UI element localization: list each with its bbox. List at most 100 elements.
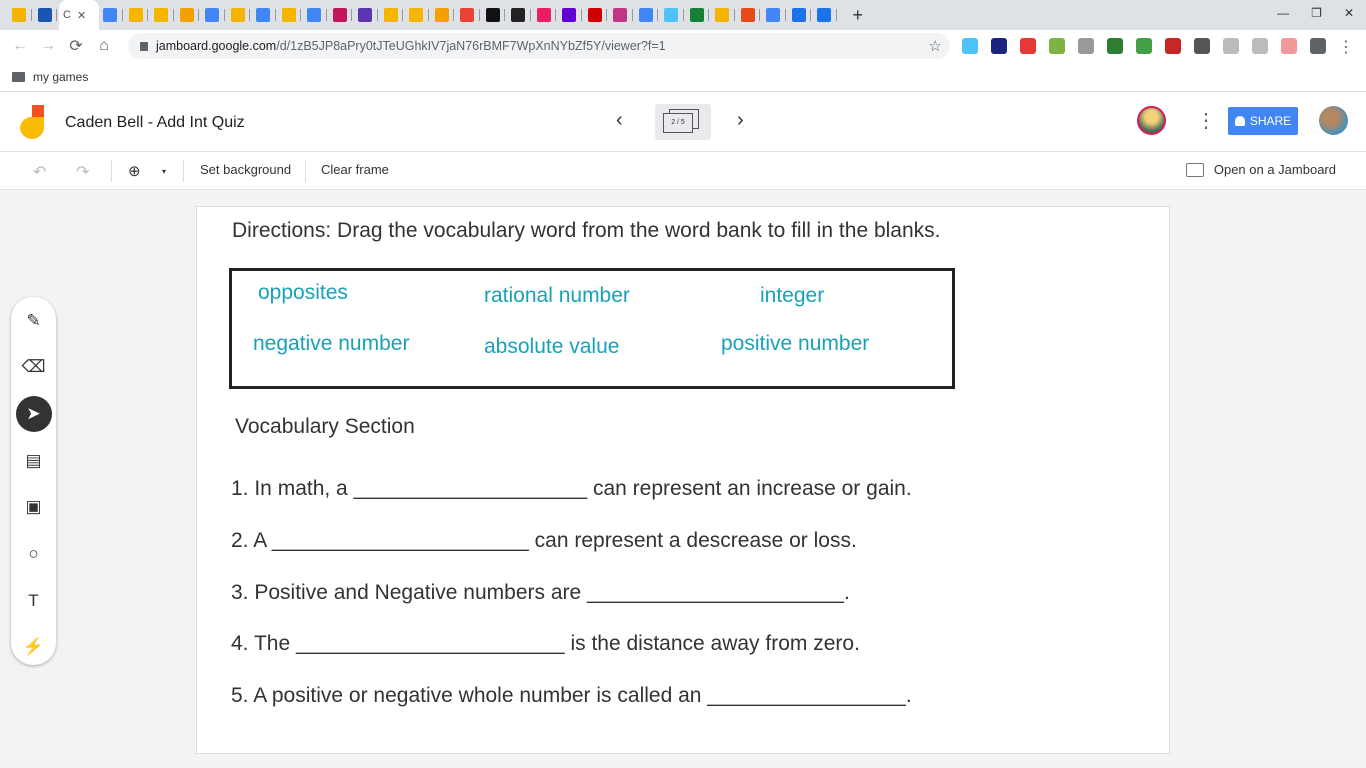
close-window-button[interactable]: ✕ (1344, 6, 1354, 20)
browser-tab[interactable] (380, 0, 406, 30)
word-opposites[interactable]: opposites (258, 281, 348, 305)
url-input[interactable]: jamboard.google.com/d/1zB5JP8aPry0tJTeUG… (128, 33, 950, 59)
open-on-jamboard-button[interactable]: Open on a Jamboard (1185, 162, 1336, 177)
browser-tab[interactable] (686, 0, 712, 30)
extension-icon[interactable] (1078, 38, 1094, 54)
next-frame-button[interactable]: › (737, 109, 744, 132)
browser-tab[interactable] (34, 0, 60, 30)
select-cursor-icon[interactable]: ➤ (15, 396, 52, 432)
browser-tab[interactable] (252, 0, 278, 30)
document-title[interactable]: Caden Bell - Add Int Quiz (65, 114, 245, 132)
word-positive-number[interactable]: positive number (721, 332, 869, 356)
zoom-icon[interactable]: ⊕ (128, 162, 141, 180)
browser-tab[interactable] (635, 0, 661, 30)
pen-icon[interactable]: ✎ (16, 303, 52, 339)
previous-frame-button[interactable]: ‹ (616, 109, 623, 132)
browser-tab[interactable] (584, 0, 610, 30)
browser-tab[interactable] (99, 0, 125, 30)
browser-tab[interactable] (150, 0, 176, 30)
reload-button[interactable]: ⟳ (62, 36, 90, 56)
browser-tab[interactable] (329, 0, 355, 30)
extension-icon[interactable] (1252, 38, 1268, 54)
open-on-jamboard-label: Open on a Jamboard (1213, 162, 1336, 177)
new-tab-button[interactable]: + (853, 5, 864, 26)
extension-icon[interactable] (1194, 38, 1210, 54)
browser-menu-icon[interactable]: ⋮ (1338, 37, 1354, 57)
minimize-button[interactable]: — (1277, 6, 1289, 20)
extension-icon[interactable] (1049, 38, 1065, 54)
word-negative-number[interactable]: negative number (253, 332, 409, 356)
word-integer[interactable]: integer (760, 284, 824, 308)
browser-tab[interactable] (711, 0, 737, 30)
folder-icon (12, 71, 25, 82)
zoom-dropdown-icon[interactable]: ▾ (162, 167, 166, 176)
browser-tab[interactable] (125, 0, 151, 30)
bookmark-star-icon[interactable]: ☆ (929, 37, 942, 55)
image-icon[interactable]: ▣ (16, 490, 52, 526)
extension-icon[interactable] (962, 38, 978, 54)
extension-icon[interactable] (1223, 38, 1239, 54)
section-title: Vocabulary Section (235, 415, 415, 438)
favicon-icon (638, 8, 653, 22)
extension-icon[interactable] (1107, 38, 1123, 54)
account-avatar[interactable] (1319, 106, 1348, 135)
favicon-icon (383, 8, 398, 22)
set-background-button[interactable]: Set background (200, 162, 291, 177)
browser-tab[interactable] (8, 0, 34, 30)
question-4: 4. The _______________________ is the di… (231, 632, 860, 655)
back-button[interactable]: ← (6, 37, 34, 55)
browser-tab[interactable] (201, 0, 227, 30)
browser-tab[interactable] (507, 0, 533, 30)
share-button[interactable]: SHARE (1228, 107, 1298, 135)
close-tab-icon[interactable]: ✕ (77, 9, 86, 22)
browser-tab-active[interactable]: C ✕ (59, 0, 99, 30)
favicon-icon (256, 8, 270, 22)
word-absolute-value[interactable]: absolute value (484, 335, 619, 359)
extension-icon[interactable] (991, 38, 1007, 54)
frame-bar-toggle[interactable]: 2 / 5 (655, 104, 711, 140)
more-options-icon[interactable]: ⋮ (1196, 108, 1216, 133)
browser-tab[interactable] (278, 0, 304, 30)
browser-tab[interactable] (788, 0, 814, 30)
browser-tab[interactable] (482, 0, 508, 30)
browser-tab[interactable] (227, 0, 253, 30)
clear-frame-button[interactable]: Clear frame (321, 162, 389, 177)
browser-tab[interactable] (456, 0, 482, 30)
question-3: 3. Positive and Negative numbers are ___… (231, 581, 850, 604)
browser-tab[interactable] (533, 0, 559, 30)
extension-icon[interactable] (1165, 38, 1181, 54)
circle-shape-icon[interactable]: ○ (16, 536, 52, 572)
browser-tab[interactable] (558, 0, 584, 30)
extension-icon[interactable] (1020, 38, 1036, 54)
redo-icon[interactable]: ↷ (76, 162, 89, 182)
browser-tab[interactable] (660, 0, 686, 30)
browser-tab[interactable] (354, 0, 380, 30)
forward-button[interactable]: → (34, 37, 62, 55)
browser-tab[interactable] (405, 0, 431, 30)
extension-icon[interactable] (1310, 38, 1326, 54)
laser-icon[interactable]: ⚡ (16, 629, 52, 665)
undo-icon[interactable]: ↶ (33, 162, 46, 182)
eraser-icon[interactable]: ⌫ (16, 350, 52, 386)
extensions (962, 38, 1326, 54)
text-box-icon[interactable]: T (16, 583, 52, 619)
browser-tab[interactable] (762, 0, 788, 30)
sticky-note-icon[interactable]: ▤ (16, 443, 52, 479)
browser-tab[interactable] (176, 0, 202, 30)
bookmark-my-games[interactable]: my games (33, 70, 88, 84)
browser-tab[interactable] (609, 0, 635, 30)
restore-button[interactable]: ❐ (1311, 6, 1322, 20)
extension-icon[interactable] (1136, 38, 1152, 54)
home-button[interactable]: ⌂ (90, 37, 118, 55)
jam-frame[interactable]: Directions: Drag the vocabulary word fro… (196, 206, 1170, 754)
collaborator-avatar[interactable] (1137, 106, 1166, 135)
address-bar: ← → ⟳ ⌂ jamboard.google.com/d/1zB5JP8aPr… (0, 30, 1366, 62)
favicon-icon (613, 8, 627, 22)
browser-tab[interactable] (431, 0, 457, 30)
browser-tab[interactable] (303, 0, 329, 30)
browser-tab[interactable] (813, 0, 839, 30)
word-rational-number[interactable]: rational number (484, 284, 630, 308)
url-path: /d/1zB5JP8aPry0tJTeUGhkIV7jaN76rBMF7WpXn… (276, 39, 666, 53)
browser-tab[interactable] (737, 0, 763, 30)
extension-icon[interactable] (1281, 38, 1297, 54)
